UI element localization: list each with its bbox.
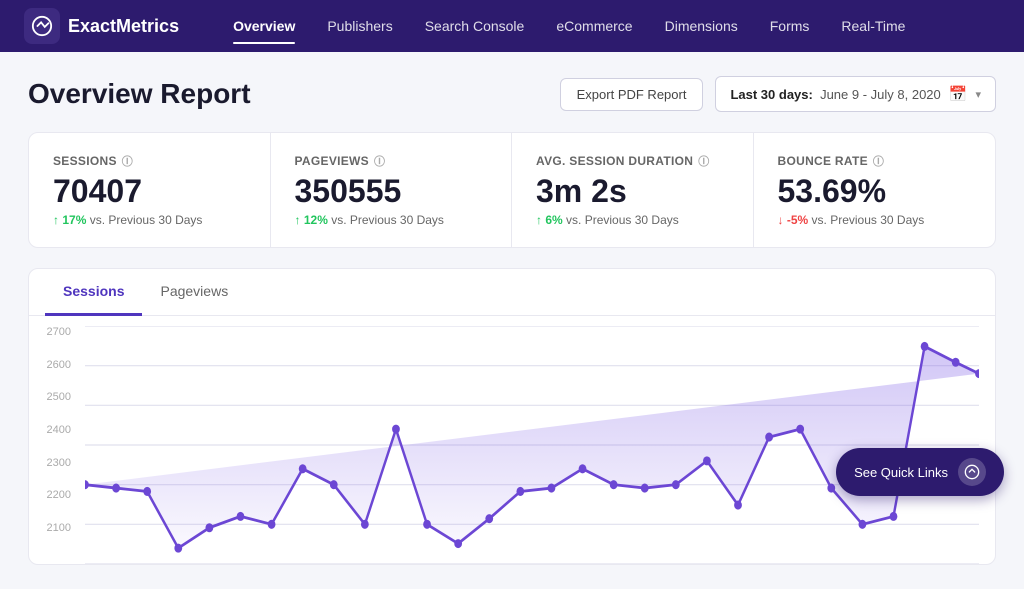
date-range-value: June 9 - July 8, 2020	[820, 87, 941, 102]
stat-avg-duration-value: 3m 2s	[536, 175, 729, 207]
nav-publishers[interactable]: Publishers	[313, 12, 406, 40]
y-label-2500: 2500	[47, 391, 71, 403]
stat-sessions-value: 70407	[53, 175, 246, 207]
quick-links-icon	[958, 458, 986, 486]
nav-ecommerce[interactable]: eCommerce	[542, 12, 646, 40]
date-range-button[interactable]: Last 30 days: June 9 - July 8, 2020 📅 ▾	[715, 76, 996, 112]
chart-area: 2700 2600 2500 2400 2300 2200 2100	[29, 316, 995, 564]
stat-avg-duration-label: Avg. Session Duration ⓘ	[536, 153, 729, 169]
nav-search-console[interactable]: Search Console	[411, 12, 539, 40]
stat-sessions-info-icon[interactable]: ⓘ	[122, 153, 133, 169]
sessions-change-label: vs. Previous 30 Days	[90, 213, 203, 227]
y-axis-labels: 2700 2600 2500 2400 2300 2200 2100	[29, 326, 79, 534]
header-actions: Export PDF Report Last 30 days: June 9 -…	[560, 76, 996, 112]
bounce-rate-change-pct: -5%	[787, 213, 808, 227]
stat-bounce-rate: Bounce Rate ⓘ 53.69% -5% vs. Previous 30…	[754, 133, 996, 247]
chart-svg	[85, 326, 979, 564]
chart-tabs: Sessions Pageviews	[29, 269, 995, 316]
stat-bounce-rate-info-icon[interactable]: ⓘ	[873, 153, 884, 169]
avg-duration-change-label: vs. Previous 30 Days	[566, 213, 679, 227]
chart-tab-pageviews[interactable]: Pageviews	[142, 269, 246, 316]
page-title: Overview Report	[28, 78, 251, 110]
report-header: Overview Report Export PDF Report Last 3…	[28, 76, 996, 112]
stat-sessions-label: Sessions ⓘ	[53, 153, 246, 169]
sessions-change-arrow	[53, 213, 59, 227]
stat-sessions-change: 17% vs. Previous 30 Days	[53, 213, 246, 227]
chevron-down-icon: ▾	[975, 88, 981, 101]
pageviews-change-arrow	[295, 213, 301, 227]
bounce-rate-change-arrow	[778, 213, 784, 227]
nav-forms[interactable]: Forms	[756, 12, 824, 40]
stat-avg-duration-info-icon[interactable]: ⓘ	[698, 153, 709, 169]
date-range-prefix: Last 30 days:	[730, 87, 812, 102]
chart-container: Sessions Pageviews 2700 2600 2500 2400 2…	[28, 268, 996, 565]
sessions-change-pct: 17%	[62, 213, 86, 227]
y-label-2300: 2300	[47, 457, 71, 469]
stat-pageviews-label: Pageviews ⓘ	[295, 153, 488, 169]
main-content: Overview Report Export PDF Report Last 3…	[0, 52, 1024, 589]
nav-realtime[interactable]: Real-Time	[827, 12, 919, 40]
quick-links-button[interactable]: See Quick Links	[836, 448, 1004, 496]
brand-logo[interactable]: ExactMetrics	[24, 8, 179, 44]
y-label-2200: 2200	[47, 489, 71, 501]
stat-pageviews: Pageviews ⓘ 350555 12% vs. Previous 30 D…	[271, 133, 513, 247]
nav-overview[interactable]: Overview	[219, 12, 309, 40]
nav-dimensions[interactable]: Dimensions	[651, 12, 752, 40]
y-label-2100: 2100	[47, 522, 71, 534]
nav-links: Overview Publishers Search Console eComm…	[219, 12, 919, 40]
navbar: ExactMetrics Overview Publishers Search …	[0, 0, 1024, 52]
calendar-icon: 📅	[949, 85, 968, 103]
bounce-rate-change-label: vs. Previous 30 Days	[812, 213, 925, 227]
stat-bounce-rate-value: 53.69%	[778, 175, 972, 207]
stat-avg-duration-change: 6% vs. Previous 30 Days	[536, 213, 729, 227]
pageviews-change-label: vs. Previous 30 Days	[331, 213, 444, 227]
y-label-2600: 2600	[47, 359, 71, 371]
stats-grid: Sessions ⓘ 70407 17% vs. Previous 30 Day…	[28, 132, 996, 248]
stat-sessions: Sessions ⓘ 70407 17% vs. Previous 30 Day…	[29, 133, 271, 247]
avg-duration-change-arrow	[536, 213, 542, 227]
stat-pageviews-change: 12% vs. Previous 30 Days	[295, 213, 488, 227]
date-range-label: Last 30 days: June 9 - July 8, 2020	[730, 87, 940, 102]
y-label-2700: 2700	[47, 326, 71, 338]
stat-pageviews-info-icon[interactable]: ⓘ	[374, 153, 385, 169]
brand-name: ExactMetrics	[68, 16, 179, 37]
stat-avg-duration: Avg. Session Duration ⓘ 3m 2s 6% vs. Pre…	[512, 133, 754, 247]
stat-bounce-rate-label: Bounce Rate ⓘ	[778, 153, 972, 169]
stat-bounce-rate-change: -5% vs. Previous 30 Days	[778, 213, 972, 227]
quick-links-label: See Quick Links	[854, 465, 948, 480]
y-label-2400: 2400	[47, 424, 71, 436]
stat-pageviews-value: 350555	[295, 175, 488, 207]
chart-tab-sessions[interactable]: Sessions	[45, 269, 142, 316]
logo-icon	[24, 8, 60, 44]
pageviews-change-pct: 12%	[304, 213, 328, 227]
avg-duration-change-pct: 6%	[545, 213, 562, 227]
export-pdf-button[interactable]: Export PDF Report	[560, 78, 704, 111]
